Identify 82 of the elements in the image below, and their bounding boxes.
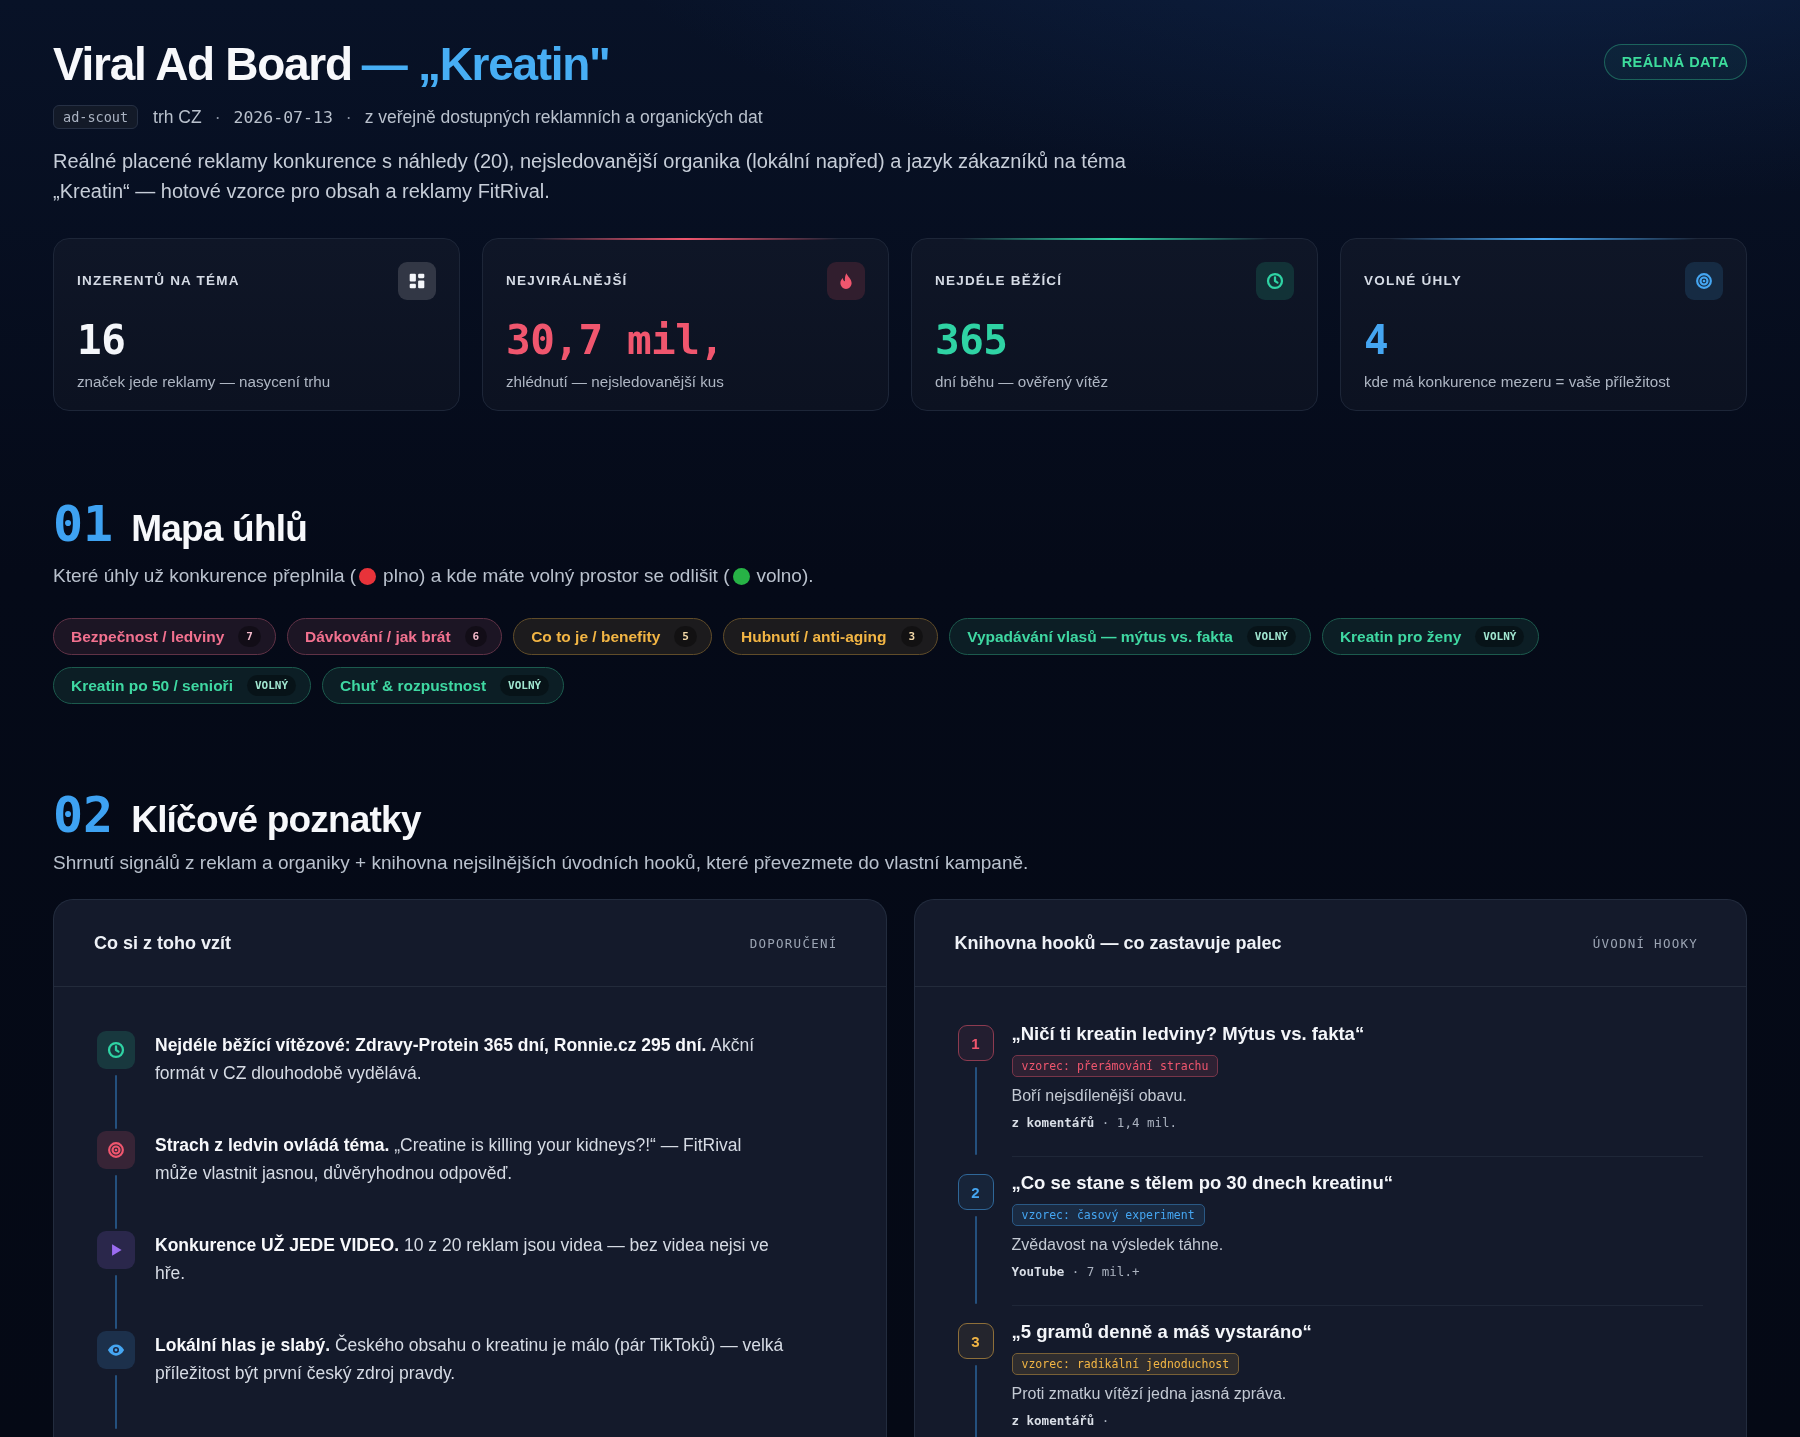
stat-note: značek jede reklamy — nasycení trhu [77,372,332,392]
date-text: 2026-07-13 [233,107,333,127]
section-number: 02 [53,785,114,845]
meta-separator: · [214,106,221,128]
timeline-connector [115,1175,117,1229]
angle-label: Chuť & rozpustnost [340,676,487,695]
card-title: Co si z toho vzít [94,932,231,954]
card-title: Knihovna hooků — co zastavuje palec [954,932,1282,954]
timeline-connector [115,1275,117,1329]
pattern-tag: vzorec: přerámování strachu [1011,1055,1219,1077]
target-icon [97,1131,135,1169]
stat-note: dní běhu — ověřený vítěz [935,372,1110,392]
takeaway-text: Strach z ledvin ovládá téma. „Creatine is killing your kidneys?!“ — FitRival může vlastnit jasnou, důvěryhodnou odpověď. [155,1134,743,1185]
takeaway-text: Konkurence UŽ JEDE VIDEO. 10 z 20 reklam jsou videa — bez videa nejsi ve hře. [155,1233,770,1285]
clock-icon [1256,261,1294,300]
pattern-tag: vzorec: časový experiment [1011,1204,1205,1226]
count-badge: VOLNÝ [1246,626,1296,647]
stat-value: 30,7 mil, [506,318,725,362]
stat-note: kde má konkurence mezeru = vaše příležitost [1364,372,1671,392]
hook-description: Boří nejsdílenější obavu. [1011,1086,1187,1106]
angle-label: Hubnutí / anti-aging [741,627,887,646]
hook-source: z komentářů · 1,4 mil. [1011,1114,1178,1132]
hook-number: 3 [957,1323,994,1359]
angle-label: Dávkování / jak brát [304,627,451,646]
target-icon [1685,261,1723,300]
dashboard-icon [398,261,436,300]
page-description: Reálné placené reklamy konkurence s náhledy (20), nejsledovanější organika (lokální napřed) a jazyk zákazníků na téma „Kreatin“ — hotové vzorce pro obsah a reklamy FitRival. [53,149,1127,204]
section-subtitle: Shrnutí signálů z reklam a organiky + knihovna nejsilnějších úvodních hooků, které převezmete do vlastní kampaně. [53,851,1030,875]
stat-value: 16 [77,318,127,362]
page-title: Viral Ad Board [53,38,352,90]
timeline-connector [974,1365,977,1437]
legend-text: Které úhly už konkurence přeplnila ( [53,564,357,588]
count-badge: VOLNÝ [500,675,550,696]
hook-title: „Ničí ti kreatin ledviny? Mýtus vs. fakta“ [1011,1022,1365,1046]
eye-icon [97,1331,135,1369]
meta-separator: · [345,106,352,128]
angle-label: Vypadávání vlasů — mýtus vs. fakta [967,627,1233,646]
section-title: Klíčové poznatky [131,798,421,842]
count-badge: VOLNÝ [1475,626,1525,647]
hook-description: Zvědavost na výsledek táhne. [1011,1235,1224,1255]
stat-label: NEJDÉLE BĚŽÍCÍ [935,273,1063,288]
hook-title: „5 gramů denně a máš vystaráno“ [1011,1320,1312,1344]
card-tag: DOPORUČENÍ [749,935,838,951]
stat-label: INZERENTŮ NA TÉMA [77,273,240,288]
clock-icon [97,1031,135,1069]
hook-source: z komentářů · [1011,1412,1110,1430]
timeline-connector [115,1375,117,1429]
angle-label: Bezpečnost / ledviny [71,627,225,646]
legend-text: plno) a kde máte volný prostor se odlišit ( [383,564,730,588]
stat-value: 365 [935,318,1009,362]
takeaway-text: Nejdéle běžící vítězové: Zdravy-Protein 365 dní, Ronnie.cz 295 dní. Akční formát v CZ dlouhodobě vydělává. [155,1034,756,1085]
meta-text: z veřejně dostupných reklamních a organických dat [364,106,763,128]
angle-label: Kreatin po 50 / senioři [71,676,233,695]
hook-number: 1 [957,1025,994,1061]
angle-label: Kreatin pro ženy [1339,627,1462,646]
tool-tag: ad-scout [53,105,139,129]
section-number: 01 [53,494,114,554]
legend-text: volno). [756,564,814,588]
hook-description: Proti zmatku vítězí jedna jasná zpráva. [1011,1384,1287,1404]
count-badge: VOLNÝ [246,675,297,696]
flame-icon [827,261,865,300]
stat-label: NEJVIRÁLNĚJŠÍ [506,273,628,288]
pattern-tag: vzorec: radikální jednoduchost [1011,1353,1240,1375]
hook-source: YouTube · 7 mil.+ [1011,1263,1140,1281]
play-icon [97,1231,135,1269]
meta-text: trh CZ [153,106,202,128]
takeaway-text: Lokální hlas je slabý. Českého obsahu o kreatinu je málo (pár TikToků) — velká příležitost být první český zdroj pravdy. [155,1333,785,1385]
count-badge: 6 [464,626,488,647]
stat-value: 4 [1364,318,1390,362]
count-badge: 3 [900,626,924,647]
hook-number: 2 [957,1174,994,1210]
status-badge: REÁLNÁ DATA [1603,44,1747,80]
topic-title: — „Kreatin" [361,38,610,90]
section-title: Mapa úhlů [131,507,307,551]
angle-label: Co to je / benefity [531,627,661,646]
stat-label: VOLNÉ ÚHLY [1364,273,1462,288]
count-badge: 7 [238,626,261,647]
card-tag: ÚVODNÍ HOOKY [1592,935,1698,951]
count-badge: 5 [674,626,697,647]
hook-title: „Co se stane s tělem po 30 dnech kreatinu“ [1011,1171,1393,1195]
timeline-connector [115,1075,117,1129]
stat-note: zhlédnutí — nejsledovanější kus [506,372,725,392]
